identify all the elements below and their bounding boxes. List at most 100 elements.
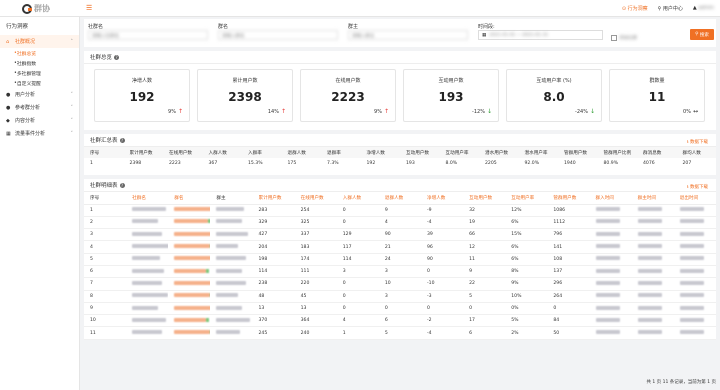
table-cell: 0 xyxy=(336,290,379,303)
table-header-cell[interactable]: 入群人数 xyxy=(336,192,379,205)
change-percent: -24% xyxy=(575,108,588,115)
sidebar-sub-index[interactable]: • 社群指数 xyxy=(0,58,79,68)
add-group-checkbox[interactable]: 添加比群 xyxy=(611,35,637,41)
top-link-behavior[interactable]: ⊙ 行为洞察 xyxy=(622,5,648,12)
metric-card-value: 2398 xyxy=(228,90,262,104)
sidebar-item-content-analysis[interactable]: ◆ 内容分析 ˅ xyxy=(0,114,79,127)
blurred-date xyxy=(595,256,620,261)
table-cell: 13 xyxy=(252,302,295,316)
table-cell xyxy=(210,314,253,328)
table-cell: 0 xyxy=(547,302,590,316)
table-header-cell[interactable]: 净增人数 xyxy=(421,192,464,205)
table-header-cell: 入群率 xyxy=(242,147,282,158)
summary-download-button[interactable]: ⭳ 数据下载 xyxy=(687,138,708,146)
table-header-cell: 群消息数 xyxy=(637,147,677,158)
table-header-cell[interactable]: 退出时间 xyxy=(673,192,716,205)
content-icon: ◆ xyxy=(6,117,10,124)
community-name-input[interactable]: 请输入社群名 xyxy=(88,30,208,40)
sidebar-sub-multi[interactable]: • 多社群管理 xyxy=(0,68,79,78)
table-cell xyxy=(673,265,716,279)
search-button[interactable]: ⚲ 搜索 xyxy=(690,29,714,40)
table-cell xyxy=(126,253,169,266)
sidebar-sub-overview[interactable]: • 社群总览 xyxy=(0,48,79,58)
table-cell: 3 xyxy=(378,265,421,279)
table-header-cell: 净增人数 xyxy=(360,147,400,158)
blurred-community-name xyxy=(132,293,169,298)
sidebar-item-reference-group[interactable]: ● 参考群分析 ˅ xyxy=(0,101,79,114)
table-cell: 111 xyxy=(294,265,337,279)
metric-card-change: 14% ↑ xyxy=(268,108,286,115)
table-header-cell[interactable]: 退群人数 xyxy=(378,192,421,205)
sidebar-sub-reminder[interactable]: • 自定义提醒 xyxy=(0,78,79,88)
checkbox-label: 添加比群 xyxy=(619,36,637,41)
table-header-cell[interactable]: 管群用户数 xyxy=(547,192,590,205)
table-cell xyxy=(673,204,716,217)
table-cell: 0 xyxy=(336,277,379,291)
sidebar-sub-label: 多社群管理 xyxy=(16,71,41,77)
detail-title: 社群明细表 ? xyxy=(84,179,716,192)
change-percent: 14% xyxy=(267,108,279,115)
table-cell xyxy=(589,253,632,266)
table-cell: 8.0% xyxy=(445,161,458,166)
table-cell: 117 xyxy=(336,240,379,254)
top-link-user-center[interactable]: ⚲ 用户中心 xyxy=(658,5,683,12)
table-header-cell[interactable]: 累计用户数 xyxy=(252,192,295,205)
help-icon[interactable]: ? xyxy=(114,54,120,60)
app-logo[interactable]: 群协 xyxy=(22,2,60,15)
table-row: 5 198 174 114 24 90 11 6% 108 xyxy=(84,253,716,266)
table-cell: 66 xyxy=(463,228,506,242)
blurred-date xyxy=(595,207,620,212)
help-icon[interactable]: ? xyxy=(119,182,125,188)
table-cell: 367 xyxy=(208,161,218,166)
metric-card-change: 0% ↔ xyxy=(683,108,698,115)
blurred-group-name xyxy=(174,219,211,224)
blurred-group-name xyxy=(174,268,210,273)
detail-table: 序号 社群名 群名 群主 累计用户数 在线用户数 入群人数 退群人数 净增人数 互动用户数 互动用户… xyxy=(84,192,716,340)
table-cell: 1086 xyxy=(547,204,590,217)
blurred-date xyxy=(637,244,662,249)
table-cell: 21 xyxy=(378,240,421,254)
table-header-cell[interactable]: 互动用户数 xyxy=(463,192,506,205)
user-menu[interactable]: ▲ admin xyxy=(693,5,714,12)
sidebar-item-traffic-event[interactable]: ▦ 流量事件分析 ˅ xyxy=(0,127,79,140)
table-header-cell[interactable]: 群名 xyxy=(168,192,211,205)
table-cell: 90 xyxy=(421,253,464,266)
detail-download-button[interactable]: ⭳ 数据下载 xyxy=(687,183,708,191)
sidebar-item-user-analysis[interactable]: ● 用户分析 ˅ xyxy=(0,88,79,101)
table-cell: 114 xyxy=(336,253,379,266)
group-name-input[interactable]: 请输入群名 xyxy=(218,30,338,40)
table-header-cell[interactable]: 序号 xyxy=(84,192,127,205)
hamburger-icon[interactable]: ☰ xyxy=(86,4,92,12)
table-header-cell[interactable]: 群主 xyxy=(210,192,253,205)
group-owner-input[interactable]: 请输入群主 xyxy=(348,30,468,40)
table-header-cell[interactable]: 互动用户率 xyxy=(505,192,548,205)
date-range-input[interactable]: ▦ 2021-01-01 ~ 2021-01-31 xyxy=(478,30,603,40)
checkbox-box[interactable] xyxy=(611,35,617,41)
table-cell: 329 xyxy=(252,216,295,230)
metric-card: 互动用户数 193 -12% ↓ xyxy=(403,69,499,122)
table-row: 9 13 13 0 0 0 0 0% 0 xyxy=(84,302,716,316)
table-cell: 137 xyxy=(547,265,590,279)
table-header-cell[interactable]: 群入时间 xyxy=(589,192,632,205)
summary-title-text: 社群汇总表 xyxy=(90,138,118,144)
table-cell xyxy=(631,228,674,242)
metric-card-title: 累计用户数 xyxy=(232,78,258,84)
table-cell xyxy=(673,253,716,266)
table-header-cell[interactable]: 社群名 xyxy=(126,192,169,205)
table-cell: 1 xyxy=(84,204,127,217)
table-cell xyxy=(673,216,716,230)
blurred-date xyxy=(595,317,620,322)
table-cell: 183 xyxy=(294,240,337,254)
sidebar-item-community-overview[interactable]: ⌂ 社群概况 ˄ xyxy=(0,35,79,48)
table-cell xyxy=(210,302,253,316)
table-header-cell[interactable]: 群主时间 xyxy=(631,192,674,205)
top-link-user-center-label: 用户中心 xyxy=(662,6,683,12)
blurred-date xyxy=(595,293,620,298)
metric-card: 在线用户数 2223 9% ↑ xyxy=(300,69,396,122)
blurred-date xyxy=(679,317,704,322)
help-icon[interactable]: ? xyxy=(119,137,125,143)
metric-card-title: 在线用户数 xyxy=(335,78,361,84)
metric-card-title: 净增人数 xyxy=(131,78,152,84)
table-header-cell[interactable]: 在线用户数 xyxy=(294,192,337,205)
table-cell: 254 xyxy=(294,204,337,217)
